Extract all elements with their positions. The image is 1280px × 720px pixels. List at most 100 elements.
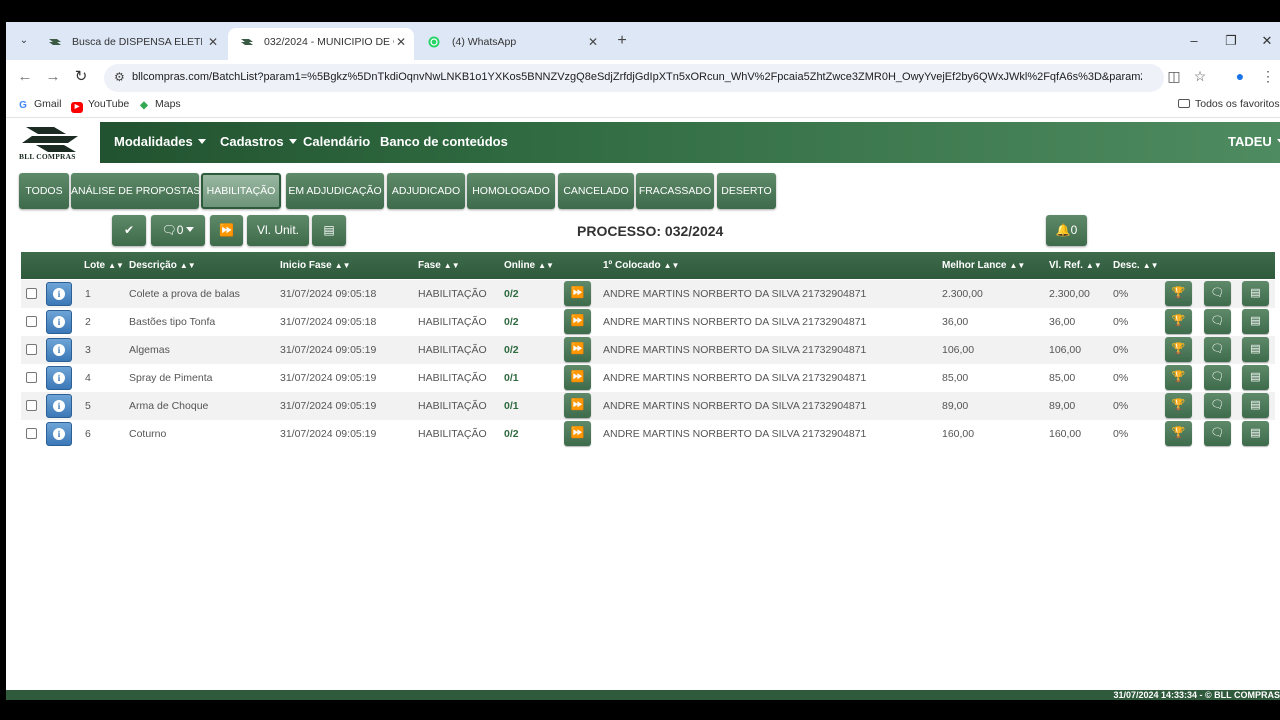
tab-search-dropdown[interactable]: ⌄ [14, 32, 34, 50]
new-tab-button[interactable]: + [612, 30, 632, 52]
site-info-icon[interactable]: ⚙ [114, 70, 125, 84]
all-bookmarks[interactable]: Todos os favoritos [1178, 98, 1280, 110]
nav-modalidades[interactable]: Modalidades [114, 134, 206, 149]
forward-arrow-icon[interactable]: → [42, 66, 64, 88]
col-lote[interactable]: Lote ▲▼ [84, 260, 124, 271]
tab-busca-dispensa[interactable]: Busca de DISPENSA ELETRÔNIC ✕ [36, 28, 226, 60]
tab-whatsapp[interactable]: (4) WhatsApp ✕ [416, 28, 606, 60]
bookmark-star-icon[interactable]: ☆ [1190, 68, 1210, 85]
col-primeiro-colocado[interactable]: 1º Colocado ▲▼ [603, 260, 679, 271]
col-inicio-fase[interactable]: Inicio Fase ▲▼ [280, 260, 351, 271]
menu-kebab-icon[interactable]: ⋮ [1258, 68, 1278, 85]
forward-button[interactable]: ⏩ [564, 365, 591, 390]
row-checkbox[interactable] [26, 372, 37, 383]
forward-button[interactable]: ⏩ [564, 281, 591, 306]
info-button[interactable]: i [46, 338, 72, 362]
document-button[interactable]: ▤ [1242, 365, 1269, 390]
document-button[interactable]: ▤ [1242, 281, 1269, 306]
row-checkbox[interactable] [26, 344, 37, 355]
close-window-button[interactable]: ✕ [1252, 30, 1280, 52]
document-button[interactable]: ▤ [1242, 337, 1269, 362]
chat-count: 0 [176, 223, 184, 237]
trophy-button[interactable]: 🏆 [1165, 309, 1192, 334]
bll-logo[interactable]: BLL COMPRAS [6, 122, 100, 163]
col-melhor-lance[interactable]: Melhor Lance ▲▼ [942, 260, 1025, 271]
trophy-button[interactable]: 🏆 [1165, 393, 1192, 418]
back-arrow-icon[interactable]: ← [14, 66, 36, 88]
chat-button[interactable]: 🗨 [1204, 281, 1231, 306]
user-menu[interactable]: TADEU [1228, 134, 1280, 149]
info-button[interactable]: i [46, 282, 72, 306]
col-fase[interactable]: Fase ▲▼ [418, 260, 460, 271]
info-button[interactable]: i [46, 422, 72, 446]
nav-calendario[interactable]: Calendário [303, 134, 370, 149]
trophy-button[interactable]: 🏆 [1165, 281, 1192, 306]
info-button[interactable]: i [46, 394, 72, 418]
forward-button[interactable]: ⏩ [564, 393, 591, 418]
row-checkbox[interactable] [26, 400, 37, 411]
chat-dropdown-button[interactable]: 🗨0 [151, 215, 205, 246]
trophy-button[interactable]: 🏆 [1165, 337, 1192, 362]
info-button[interactable]: i [46, 366, 72, 390]
bookmark-maps[interactable]: ◆ Maps [138, 98, 181, 111]
confirm-button[interactable]: ✔ [112, 215, 146, 246]
cell-inicio-fase: 31/07/2024 09:05:19 [280, 372, 377, 384]
col-label: Descrição [129, 260, 177, 271]
status-tab-analise[interactable]: ANÁLISE DE PROPOSTAS [71, 173, 200, 209]
forward-button[interactable]: ⏩ [564, 421, 591, 446]
chat-button[interactable]: 🗨 [1204, 309, 1231, 334]
status-tab-cancelado[interactable]: CANCELADO [558, 173, 634, 209]
info-button[interactable]: i [46, 310, 72, 334]
nav-banco-conteudos[interactable]: Banco de conteúdos [380, 134, 508, 149]
translate-icon[interactable]: ◫ [1164, 68, 1184, 85]
col-vl-ref[interactable]: Vl. Ref. ▲▼ [1049, 260, 1102, 271]
bookmark-label: YouTube [88, 98, 130, 110]
bookmark-youtube[interactable]: ▶ YouTube [71, 98, 129, 113]
tab-processo[interactable]: 032/2024 - MUNICIPIO DE CON ✕ [228, 28, 414, 60]
row-checkbox[interactable] [26, 288, 37, 299]
document-button[interactable]: ▤ [1242, 309, 1269, 334]
fast-forward-button[interactable]: ⏩ [210, 215, 243, 246]
chat-button[interactable]: 🗨 [1204, 365, 1231, 390]
cell-lote: 1 [85, 288, 91, 300]
sort-icon: ▲▼ [663, 261, 680, 270]
status-tab-adjudicado[interactable]: ADJUDICADO [387, 173, 465, 209]
nav-cadastros[interactable]: Cadastros [220, 134, 297, 149]
trophy-button[interactable]: 🏆 [1165, 421, 1192, 446]
url-text[interactable]: bllcompras.com/BatchList?param1=%5Bgkz%5… [132, 71, 1142, 83]
chat-button[interactable]: 🗨 [1204, 393, 1231, 418]
chat-button[interactable]: 🗨 [1204, 421, 1231, 446]
row-checkbox[interactable] [26, 316, 37, 327]
col-online[interactable]: Online ▲▼ [504, 260, 554, 271]
reload-icon[interactable]: ↻ [70, 66, 92, 88]
status-tab-em-adjudicacao[interactable]: EM ADJUDICAÇÃO [286, 173, 384, 209]
document-button[interactable]: ▤ [1242, 393, 1269, 418]
row-checkbox[interactable] [26, 428, 37, 439]
minimize-button[interactable]: – [1179, 30, 1209, 52]
col-label: Online [504, 260, 536, 271]
unit-value-button[interactable]: Vl. Unit. [247, 215, 309, 246]
close-tab-icon[interactable]: ✕ [208, 28, 218, 56]
profile-icon[interactable]: ● [1230, 68, 1250, 84]
close-tab-icon[interactable]: ✕ [588, 28, 598, 56]
trophy-button[interactable]: 🏆 [1165, 365, 1192, 390]
address-bar[interactable]: ⚙ bllcompras.com/BatchList?param1=%5Bgkz… [104, 64, 1164, 92]
status-tab-homologado[interactable]: HOMOLOGADO [467, 173, 555, 209]
sort-icon: ▲▼ [1085, 261, 1102, 270]
notifications-button[interactable]: 🔔0 [1046, 215, 1087, 246]
cell-lote: 2 [85, 316, 91, 328]
restore-button[interactable]: ❐ [1216, 30, 1246, 52]
status-tab-deserto[interactable]: DESERTO [717, 173, 776, 209]
status-tab-habilitacao[interactable]: HABILITAÇÃO [201, 173, 281, 209]
bookmark-gmail[interactable]: G Gmail [17, 98, 61, 111]
forward-button[interactable]: ⏩ [564, 337, 591, 362]
col-descricao[interactable]: Descrição ▲▼ [129, 260, 196, 271]
document-button[interactable]: ▤ [1242, 421, 1269, 446]
chat-button[interactable]: 🗨 [1204, 337, 1231, 362]
close-tab-icon[interactable]: ✕ [396, 28, 406, 56]
col-desc[interactable]: Desc. ▲▼ [1113, 260, 1159, 271]
forward-button[interactable]: ⏩ [564, 309, 591, 334]
id-card-button[interactable]: ▤ [312, 215, 346, 246]
status-tab-fracassado[interactable]: FRACASSADO [636, 173, 714, 209]
status-tab-todos[interactable]: TODOS [19, 173, 69, 209]
